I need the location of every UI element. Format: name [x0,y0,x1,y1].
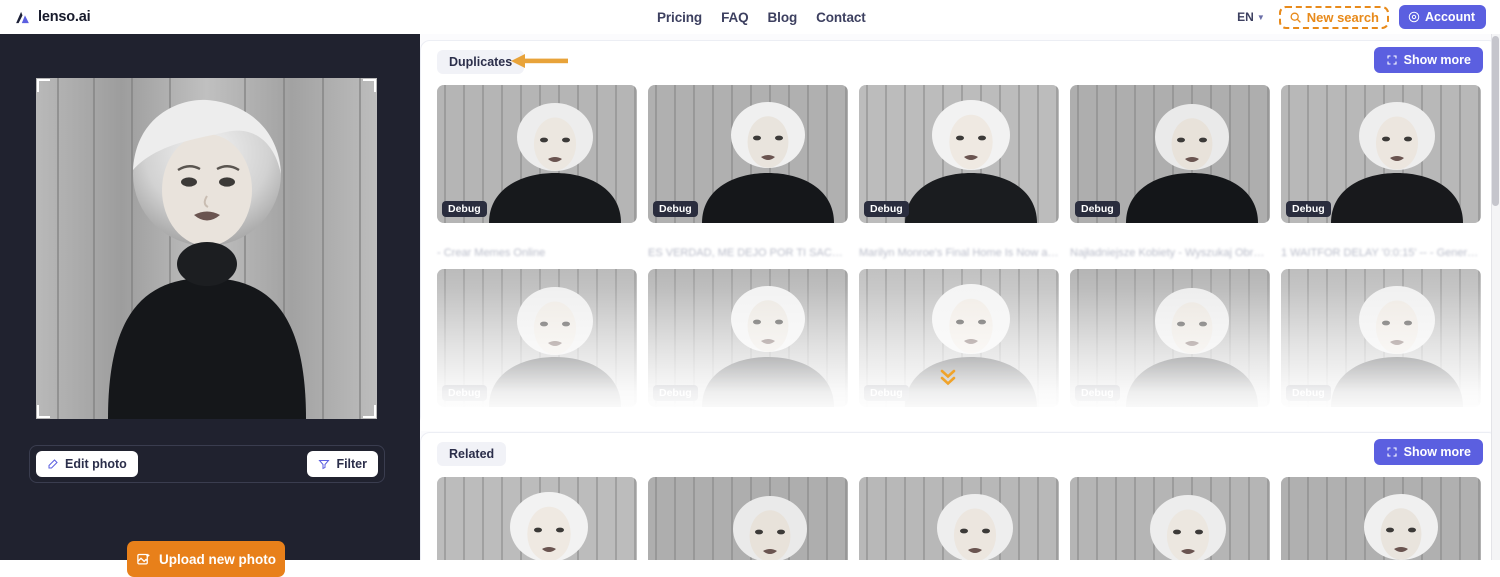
query-photo [36,78,377,419]
related-show-more-button[interactable]: Show more [1373,439,1483,465]
result-thumbnail[interactable] [1070,477,1270,560]
language-label: EN [1237,10,1254,24]
nav-actions: EN ▼ New search Account [1237,0,1492,34]
user-circle-icon [1408,11,1420,23]
result-thumbnail[interactable]: Debug Unlock Sources [648,269,848,407]
duplicate-result-card[interactable]: Debug Unlock Sources Marilyn Monroe's Fi… [859,85,1059,259]
duplicate-result-card[interactable]: Debug Unlock Sources [1070,269,1270,431]
debug-badge[interactable]: Debug [864,201,909,217]
nav-link-pricing[interactable]: Pricing [657,10,702,25]
result-caption: Najładniejsze Kobiety - Wyszukaj Obrazy [1070,247,1270,259]
double-chevron-down-icon[interactable] [939,367,957,387]
duplicate-result-card[interactable]: Debug Unlock Sources ES VERDAD, ME DEJO … [648,85,848,259]
upload-new-photo-button[interactable]: Upload new photo [127,541,285,577]
result-caption: - Crear Memes Online [437,247,546,259]
related-result-card[interactable]: Debug [648,477,848,560]
related-result-card[interactable] [1070,477,1270,560]
debug-badge[interactable]: Debug [864,385,909,401]
debug-badge[interactable]: Debug [1075,201,1120,217]
result-thumbnail[interactable] [437,477,637,560]
related-grid: Debug [437,477,1500,560]
related-show-more-label: Show more [1403,445,1471,459]
result-thumbnail[interactable]: Debug [648,477,848,560]
query-photo-crop-frame[interactable] [36,78,377,419]
duplicate-result-card[interactable]: Debug Unlock Sources [1281,269,1481,431]
filter-label: Filter [336,457,367,471]
search-icon [1290,12,1301,23]
tab-related[interactable]: Related [437,442,507,466]
result-caption: ES VERDAD, ME DEJO POR TI SACHA - Cre... [648,247,848,259]
related-panel: Related Show more Debug [420,432,1498,560]
debug-badge[interactable]: Debug [442,201,487,217]
result-thumbnail[interactable]: Debug Unlock Sources [1070,269,1270,407]
account-button[interactable]: Account [1399,5,1486,29]
expand-icon [1387,55,1397,65]
duplicates-panel: Duplicates Show more Debug - Crear Memes… [420,40,1499,431]
language-selector[interactable]: EN ▼ [1237,10,1265,24]
nav-link-blog[interactable]: Blog [768,10,798,25]
new-search-label: New search [1306,9,1379,25]
edit-pencil-icon [48,459,58,469]
duplicate-result-card[interactable]: Debug Unlock Sources [437,269,637,431]
results-area: Duplicates Show more Debug - Crear Memes… [420,34,1500,560]
left-arrow-icon [511,54,568,68]
expand-icon [1387,447,1397,457]
nav-link-contact[interactable]: Contact [816,10,866,25]
debug-badge[interactable]: Debug [653,385,698,401]
result-caption: 1 WAITFOR DELAY '0:0:15' -- - Generador … [1281,247,1481,259]
duplicate-result-card[interactable]: Debug Unlock Sources - Crear Memes Onlin… [437,85,637,259]
duplicates-show-more-label: Show more [1403,53,1471,67]
debug-badge[interactable]: Debug [442,385,487,401]
result-thumbnail[interactable]: Debug Unlock Sources [437,85,637,223]
top-navigation-bar: lenso.ai Pricing FAQ Blog Contact EN ▼ N… [0,0,1500,34]
related-result-card[interactable] [859,477,1059,560]
nav-links: Pricing FAQ Blog Contact [657,0,866,34]
filter-button[interactable]: Filter [307,451,378,477]
nav-link-faq[interactable]: FAQ [721,10,749,25]
result-thumbnail[interactable]: Debug Unlock Sources [648,85,848,223]
duplicates-header: Duplicates Show more [421,41,1497,83]
result-thumbnail[interactable] [859,477,1059,560]
crop-handle-top-left[interactable] [37,79,50,92]
edit-photo-label: Edit photo [65,457,127,471]
duplicate-result-card[interactable]: Debug Unlock Sources 1 WAITFOR DELAY '0:… [1281,85,1481,259]
duplicates-grid: Debug Unlock Sources - Crear Memes Onlin… [437,85,1500,431]
related-result-card[interactable] [1281,477,1481,560]
chevron-down-icon: ▼ [1256,12,1265,22]
crop-handle-bottom-right[interactable] [363,405,376,418]
page-scrollbar-thumb[interactable] [1492,36,1499,206]
result-thumbnail[interactable]: Debug Unlock Sources [859,269,1059,407]
edit-photo-button[interactable]: Edit photo [36,451,138,477]
result-thumbnail[interactable]: Debug Unlock Sources [1281,85,1481,223]
new-search-button[interactable]: New search [1278,5,1390,29]
brand-logo[interactable]: lenso.ai [14,9,91,26]
sidebar-panel: Edit photo Filter Upload new photo [0,34,420,577]
result-thumbnail[interactable]: Debug Unlock Sources [859,85,1059,223]
duplicate-result-card[interactable]: Debug Unlock Sources Najładniejsze Kobie… [1070,85,1270,259]
debug-badge[interactable]: Debug [653,201,698,217]
crop-handle-bottom-left[interactable] [37,405,50,418]
duplicates-show-more-button[interactable]: Show more [1373,47,1483,73]
upload-new-photo-label: Upload new photo [159,551,276,567]
result-thumbnail[interactable]: Debug Unlock Sources [437,269,637,407]
result-caption: Marilyn Monroe's Final Home Is Now a La.… [859,247,1059,259]
image-upload-icon [137,553,150,564]
funnel-icon [318,460,331,470]
duplicate-result-card[interactable]: Debug Unlock Sources [859,269,1059,431]
crop-handle-top-right[interactable] [363,79,376,92]
related-result-card[interactable] [437,477,637,560]
brand-name: lenso.ai [38,9,91,25]
account-label: Account [1425,10,1475,24]
result-thumbnail[interactable]: Debug Unlock Sources [1070,85,1270,223]
related-header: Related Show more [421,433,1497,475]
debug-badge[interactable]: Debug [1286,385,1331,401]
duplicate-result-card[interactable]: Debug Unlock Sources [648,269,848,431]
lenso-logo-icon [16,11,29,23]
photo-tools-row: Edit photo Filter [29,445,385,483]
result-thumbnail[interactable]: Debug Unlock Sources [1281,269,1481,407]
debug-badge[interactable]: Debug [1075,385,1120,401]
debug-badge[interactable]: Debug [1286,201,1331,217]
result-thumbnail[interactable] [1281,477,1481,560]
